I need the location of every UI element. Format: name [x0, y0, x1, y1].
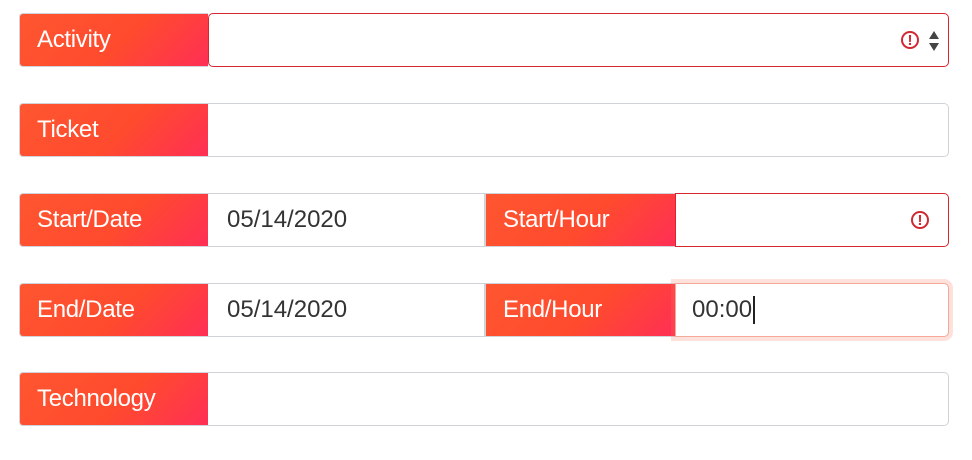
ticket-row: Ticket	[19, 103, 949, 157]
activity-label: Activity	[19, 13, 208, 67]
end-date-input[interactable]: 05/14/2020	[208, 283, 485, 337]
end-hour-input[interactable]: 00:00	[675, 283, 949, 337]
start-date-label: Start/Date	[19, 193, 208, 247]
end-date-value: 05/14/2020	[227, 296, 348, 323]
activity-select[interactable]: !	[208, 13, 949, 67]
start-date-value: 05/14/2020	[227, 206, 348, 233]
start-row: Start/Date 05/14/2020 Start/Hour !	[19, 193, 949, 247]
sort-arrows-icon[interactable]	[928, 28, 940, 54]
start-hour-input[interactable]: !	[675, 193, 949, 247]
ticket-label: Ticket	[19, 103, 208, 157]
technology-input[interactable]	[208, 372, 949, 426]
technology-label: Technology	[19, 372, 208, 426]
end-row: End/Date 05/14/2020 End/Hour 00:00	[19, 283, 949, 337]
start-date-input[interactable]: 05/14/2020	[208, 193, 485, 247]
end-date-label: End/Date	[19, 283, 208, 337]
start-hour-label: Start/Hour	[485, 193, 675, 247]
end-hour-value: 00:00	[692, 296, 753, 323]
text-caret	[753, 296, 755, 324]
activity-row: Activity !	[19, 13, 949, 67]
exclamation-circle-icon: !	[901, 31, 919, 49]
exclamation-circle-icon: !	[911, 211, 929, 229]
end-hour-label: End/Hour	[485, 283, 675, 337]
ticket-input[interactable]	[208, 103, 949, 157]
technology-row: Technology	[19, 372, 949, 426]
